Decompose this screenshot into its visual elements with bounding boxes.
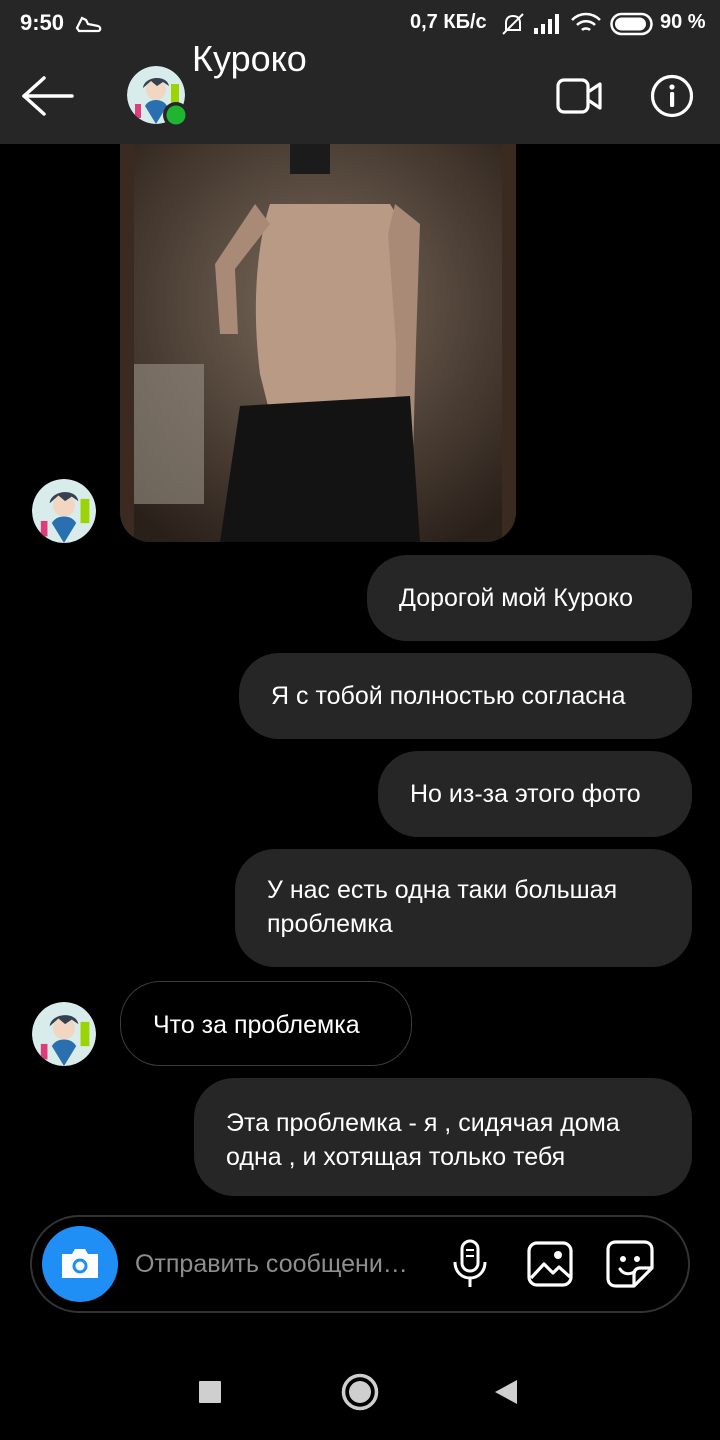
network-speed: 0,7 КБ/с	[410, 11, 487, 33]
info-icon[interactable]	[650, 74, 694, 118]
signal-icon	[534, 14, 559, 34]
sender-avatar[interactable]	[32, 479, 96, 543]
message-bubble-sent[interactable]: Я с тобой полностью согласна	[239, 653, 692, 739]
message-photo[interactable]	[120, 144, 516, 542]
message-input[interactable]: Отправить сообщени…	[135, 1250, 408, 1279]
image-gallery-icon[interactable]	[526, 1240, 574, 1288]
home-circle-icon[interactable]	[340, 1372, 380, 1412]
arrow-left-icon[interactable]	[20, 74, 76, 118]
sender-avatar[interactable]	[32, 1002, 96, 1066]
message-bubble-sent[interactable]: Дорогой мой Куроко	[367, 555, 692, 641]
shoe-icon	[75, 16, 102, 33]
wifi-icon	[571, 12, 601, 31]
battery-icon	[610, 12, 653, 36]
message-bubble-received[interactable]: Что за проблемка	[120, 981, 412, 1066]
chat-title[interactable]: Куроко	[192, 38, 307, 80]
online-indicator	[163, 102, 189, 128]
message-list[interactable]: Дорогой мой Куроко Я с тобой полностью с…	[0, 144, 720, 1354]
microphone-icon[interactable]	[450, 1238, 490, 1290]
header-avatar-wrapper[interactable]	[127, 66, 191, 130]
camera-icon[interactable]	[42, 1226, 118, 1302]
online-dot	[166, 105, 186, 125]
battery-percent: 90 %	[660, 11, 706, 33]
message-bubble-sent[interactable]: Но из-за этого фото	[378, 751, 692, 837]
status-time: 9:50	[20, 10, 65, 35]
video-camera-icon[interactable]	[555, 76, 605, 116]
chat-header	[0, 48, 720, 144]
message-bubble-sent[interactable]: У нас есть одна таки большая проблемка	[235, 849, 692, 967]
mute-bell-icon	[502, 13, 524, 35]
recents-square-icon[interactable]	[198, 1380, 222, 1404]
message-bubble-sent[interactable]: Эта проблемка - я , сидячая дома одна , …	[194, 1078, 692, 1196]
status-bar: 9:50 0,7 КБ/с 90 %	[0, 0, 720, 48]
photo-content	[120, 144, 516, 542]
sticker-icon[interactable]	[604, 1238, 656, 1290]
back-triangle-icon[interactable]	[493, 1378, 519, 1406]
